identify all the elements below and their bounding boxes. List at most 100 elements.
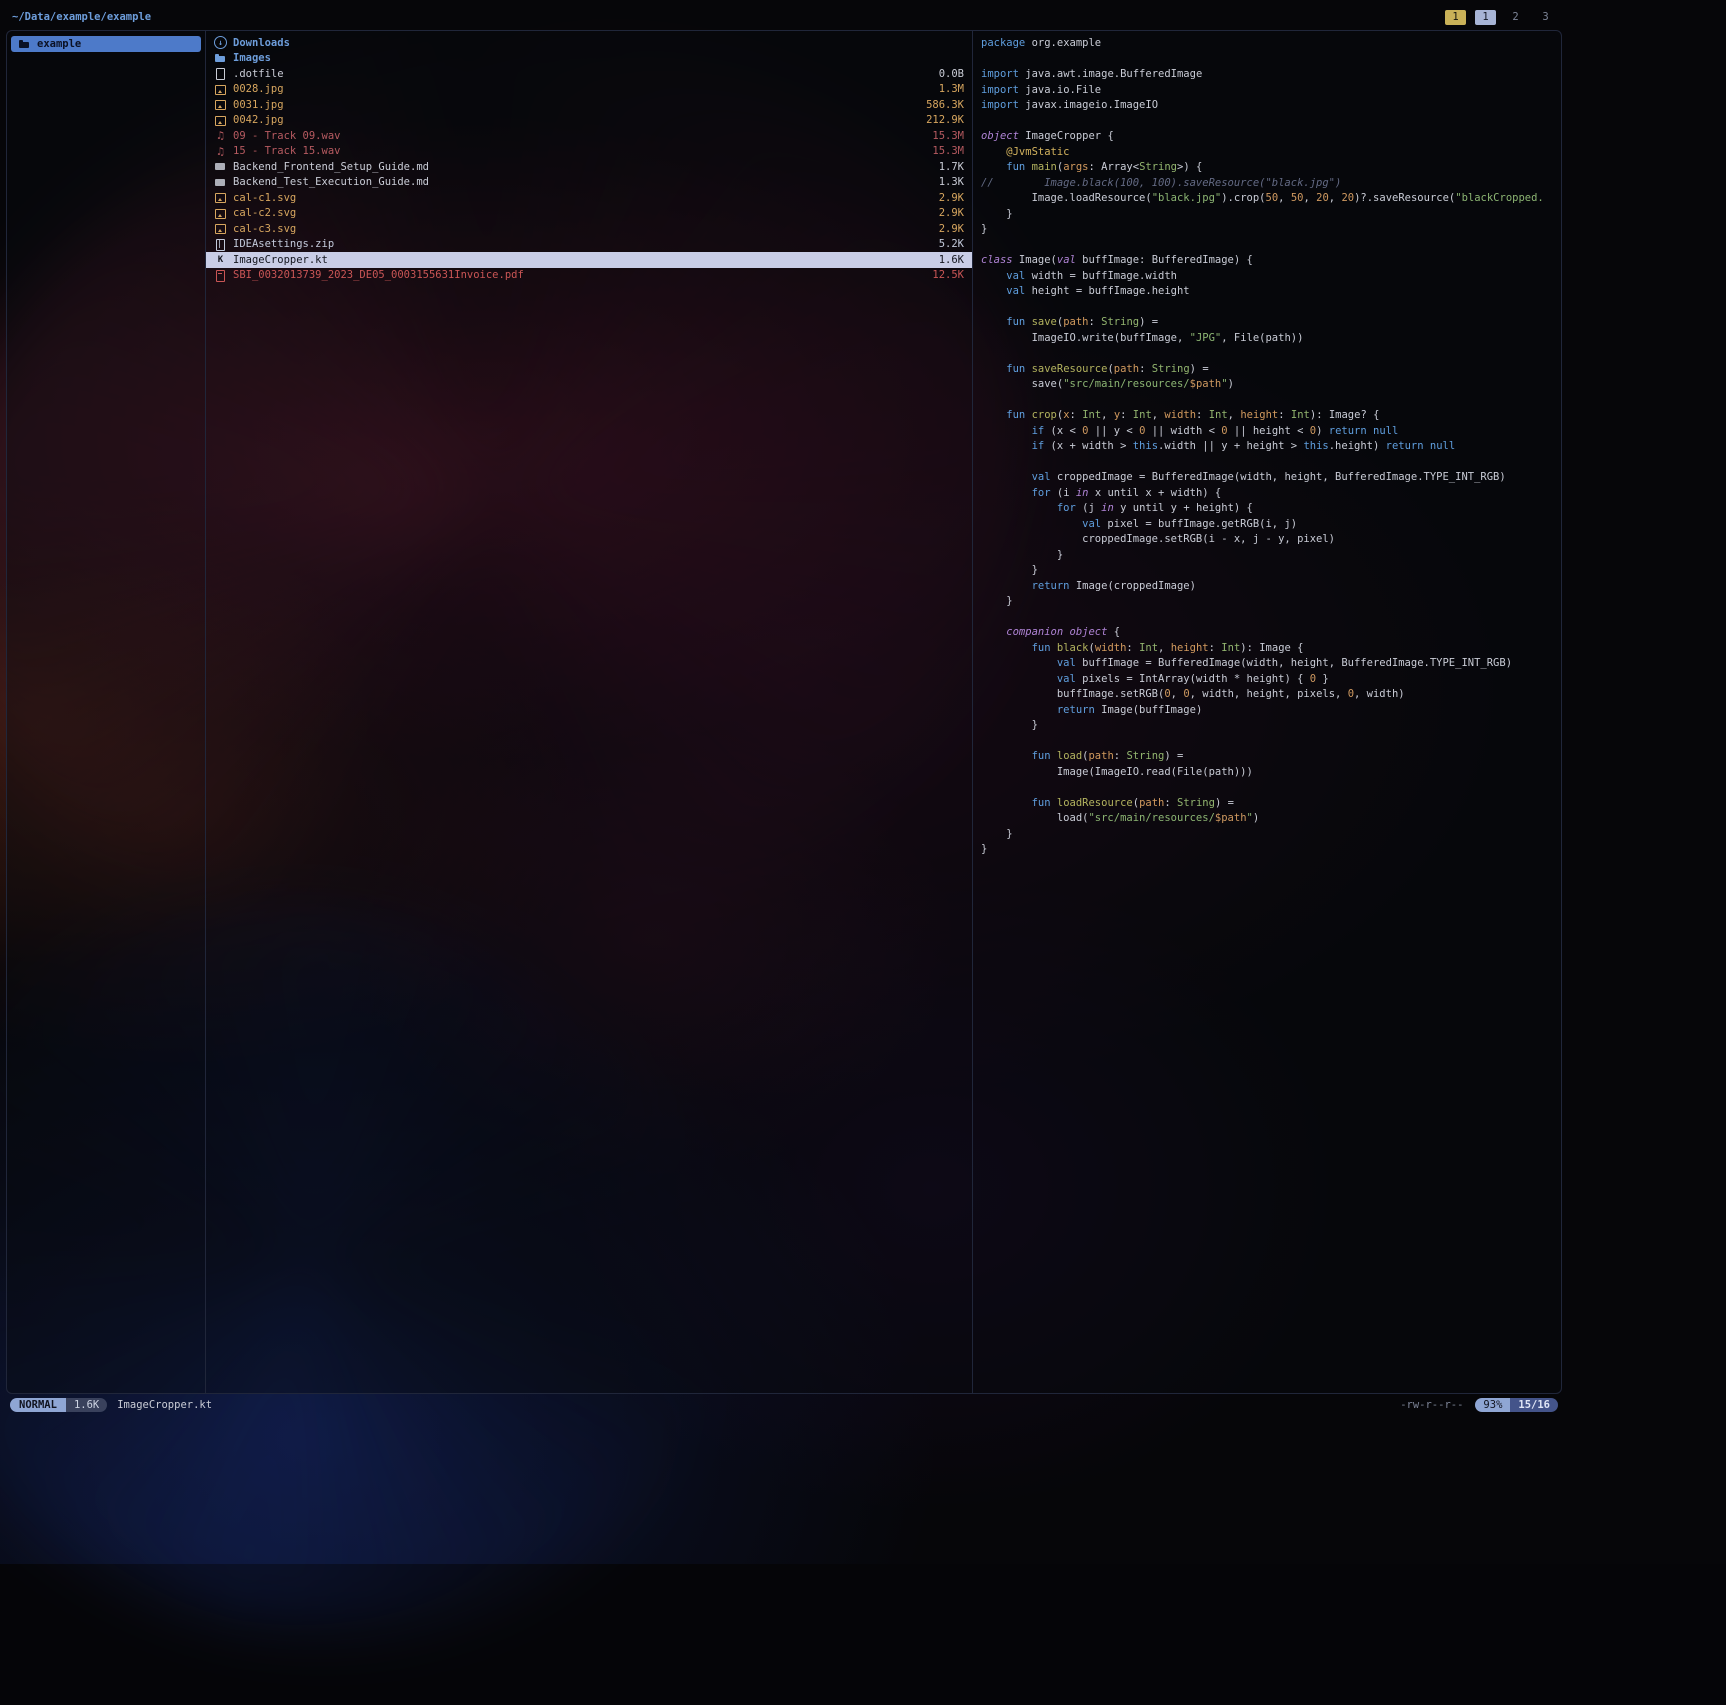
file-row[interactable]: Backend_Test_Execution_Guide.md 1.3K: [206, 175, 972, 191]
file-name: 09 - Track 09.wav: [233, 130, 922, 142]
downloads-icon: ↓: [214, 36, 227, 49]
file-name: 0031.jpg: [233, 99, 916, 111]
code-line: if (x < 0 || y < 0 || width < 0 || heigh…: [981, 425, 1553, 441]
file-name: 0028.jpg: [233, 83, 929, 95]
file-row[interactable]: cal-c2.svg2.9K: [206, 206, 972, 222]
file-row[interactable]: Images: [206, 51, 972, 67]
file-name: Backend_Test_Execution_Guide.md: [233, 176, 929, 188]
file-size: 586.3K: [926, 99, 964, 111]
code-line: fun black(width: Int, height: Int): Imag…: [981, 642, 1553, 658]
parent-panel: example: [7, 31, 206, 1393]
code-line: val pixel = buffImage.getRGB(i, j): [981, 518, 1553, 534]
file-row[interactable]: IDEAsettings.zip5.2K: [206, 237, 972, 253]
file-name: Backend_Frontend_Setup_Guide.md: [233, 161, 929, 173]
file-row[interactable]: 0042.jpg212.9K: [206, 113, 972, 129]
file-size: 212.9K: [926, 114, 964, 126]
code-line: fun save(path: String) =: [981, 316, 1553, 332]
breadcrumb: ~/Data/example/example: [12, 11, 151, 23]
code-line: val height = buffImage.height: [981, 285, 1553, 301]
file-row[interactable]: .dotfile 0.0B: [206, 66, 972, 82]
code-line: val croppedImage = BufferedImage(width, …: [981, 471, 1553, 487]
code-line: import javax.imageio.ImageIO: [981, 99, 1553, 115]
code-line: fun saveResource(path: String) =: [981, 363, 1553, 379]
image-icon: [214, 83, 227, 96]
file-row[interactable]: KImageCropper.kt1.6K: [206, 252, 972, 268]
image-icon: [214, 114, 227, 127]
code-line: return Image(buffImage): [981, 704, 1553, 720]
code-line: fun loadResource(path: String) =: [981, 797, 1553, 813]
file-row[interactable]: ↓ Downloads: [206, 35, 972, 51]
pdf-icon: [214, 269, 227, 282]
code-line: croppedImage.setRGB(i - x, j - y, pixel): [981, 533, 1553, 549]
file-row[interactable]: ♫09 - Track 09.wav15.3M: [206, 128, 972, 144]
code-line: }: [981, 223, 1553, 239]
panels: example ↓ Downloads Images.dotfile 0.0B 0028…: [6, 30, 1562, 1394]
file-row[interactable]: cal-c3.svg2.9K: [206, 221, 972, 237]
code-line: @JvmStatic: [981, 146, 1553, 162]
file-size: 2.9K: [939, 223, 964, 235]
code-line: val width = buffImage.width: [981, 270, 1553, 286]
file-size: 1.6K: [939, 254, 964, 266]
markdown-icon: [214, 176, 227, 189]
top-bar: ~/Data/example/example 1123: [6, 4, 1562, 30]
code-line: val pixels = IntArray(width * height) { …: [981, 673, 1553, 689]
kotlin-icon: K: [214, 253, 227, 266]
file-name: .dotfile: [233, 68, 929, 80]
image-icon: [214, 207, 227, 220]
code-line: }: [981, 719, 1553, 735]
file-row[interactable]: 0031.jpg 586.3K: [206, 97, 972, 113]
code-line: [981, 115, 1553, 131]
tab-3[interactable]: 3: [1535, 10, 1556, 25]
tab-1[interactable]: 1: [1445, 10, 1466, 25]
mode-indicator: NORMAL: [10, 1398, 66, 1412]
code-line: [981, 239, 1553, 255]
code-line: }: [981, 549, 1553, 565]
folder-icon: [214, 52, 227, 65]
code-line: fun main(args: Array<String>) {: [981, 161, 1553, 177]
file-name: Downloads: [233, 37, 954, 49]
file-row[interactable]: cal-c1.svg 2.9K: [206, 190, 972, 206]
file-size: 0.0B: [939, 68, 964, 80]
code-line: [981, 347, 1553, 363]
code-line: [981, 456, 1553, 472]
file-name: 15 - Track 15.wav: [233, 145, 922, 157]
code-line: buffImage.setRGB(0, 0, width, height, pi…: [981, 688, 1553, 704]
code-line: [981, 611, 1553, 627]
file-row[interactable]: ♫15 - Track 15.wav15.3M: [206, 144, 972, 160]
code-line: for (j in y until y + height) {: [981, 502, 1553, 518]
audio-icon: ♫: [214, 145, 227, 158]
code-line: [981, 735, 1553, 751]
code-line: }: [981, 843, 1553, 859]
code-line: ImageIO.write(buffImage, "JPG", File(pat…: [981, 332, 1553, 348]
file-size-badge: 1.6K: [66, 1398, 107, 1412]
parent-dir-item[interactable]: example: [11, 36, 201, 52]
code-line: for (i in x until x + width) {: [981, 487, 1553, 503]
file-name: SBI_0032013739_2023_DE05_0003155631Invoi…: [233, 269, 922, 281]
code-line: [981, 301, 1553, 317]
file-list-panel: ↓ Downloads Images.dotfile 0.0B 0028.jpg1.3M…: [206, 31, 973, 1393]
code-line: fun load(path: String) =: [981, 750, 1553, 766]
file-icon: [214, 67, 227, 80]
scroll-percent-badge: 93%: [1475, 1398, 1510, 1412]
code-line: object ImageCropper {: [981, 130, 1553, 146]
code-line: }: [981, 564, 1553, 580]
file-name: cal-c1.svg: [233, 192, 929, 204]
image-icon: [214, 191, 227, 204]
file-size: 1.3K: [939, 176, 964, 188]
folder-icon: [18, 38, 31, 51]
code-line: Image.loadResource("black.jpg").crop(50,…: [981, 192, 1553, 208]
file-row[interactable]: Backend_Frontend_Setup_Guide.md1.7K: [206, 159, 972, 175]
tab-1[interactable]: 1: [1475, 10, 1496, 25]
cursor-position-badge: 15/16: [1510, 1398, 1558, 1412]
audio-icon: ♫: [214, 129, 227, 142]
tab-indicator: 1123: [1436, 10, 1556, 25]
file-row[interactable]: SBI_0032013739_2023_DE05_0003155631Invoi…: [206, 268, 972, 284]
file-size: 2.9K: [939, 192, 964, 204]
image-icon: [214, 98, 227, 111]
code-line: import java.awt.image.BufferedImage: [981, 68, 1553, 84]
code-line: val buffImage = BufferedImage(width, hei…: [981, 657, 1553, 673]
tab-2[interactable]: 2: [1505, 10, 1526, 25]
code-line: return Image(croppedImage): [981, 580, 1553, 596]
file-name: IDEAsettings.zip: [233, 238, 929, 250]
file-row[interactable]: 0028.jpg1.3M: [206, 82, 972, 98]
